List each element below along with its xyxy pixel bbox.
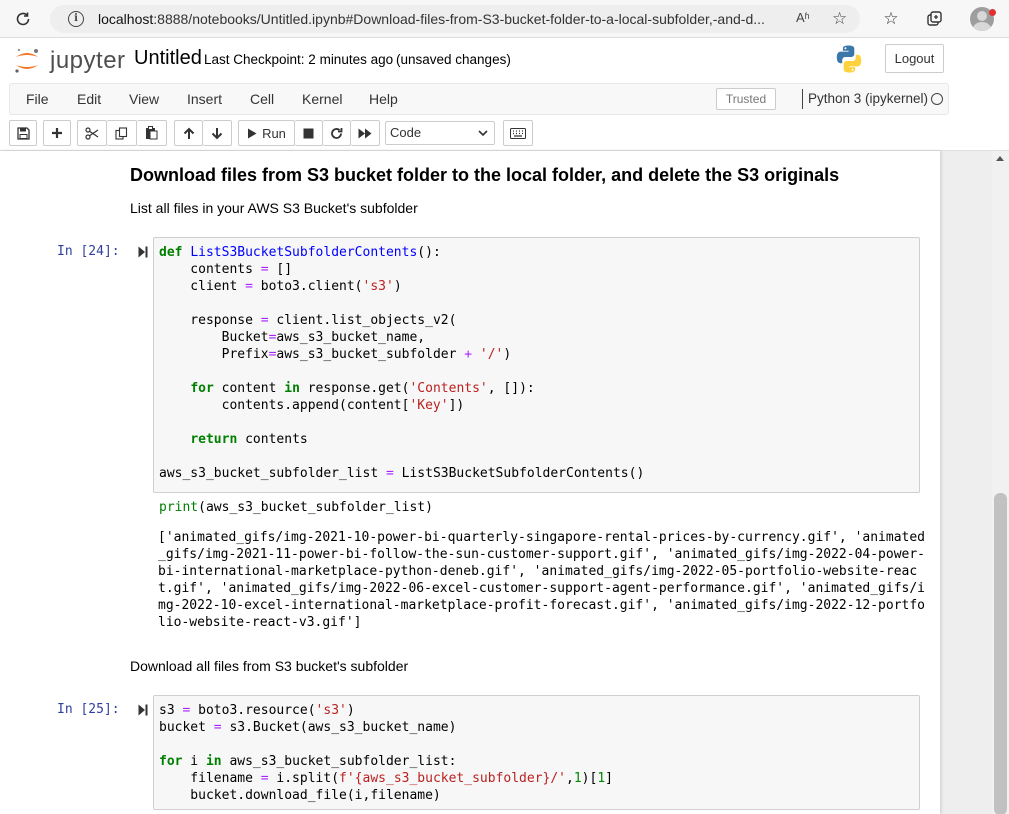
play-icon bbox=[248, 128, 257, 138]
jupyter-logo-text: jupyter bbox=[50, 47, 126, 74]
restart-run-all-button[interactable] bbox=[351, 120, 380, 146]
menu-cell[interactable]: Cell bbox=[250, 91, 274, 107]
cell-type-value: Code bbox=[390, 125, 422, 140]
cell-type-select[interactable]: Code bbox=[385, 121, 495, 145]
move-down-button[interactable] bbox=[203, 120, 232, 146]
jupyter-header: jupyter Untitled Last Checkpoint: 2 minu… bbox=[0, 39, 1009, 83]
add-favorite-icon[interactable]: ☆ bbox=[832, 9, 847, 29]
command-palette-button[interactable] bbox=[503, 120, 533, 146]
notification-dot bbox=[989, 9, 996, 16]
copy-button[interactable] bbox=[107, 120, 137, 146]
notebook-toolbar: Run Code bbox=[9, 119, 949, 147]
logout-button[interactable]: Logout bbox=[885, 44, 944, 73]
kernel-name[interactable]: Python 3 (ipykernel) bbox=[808, 91, 928, 106]
cell-prompt: In [25]: bbox=[57, 702, 120, 717]
copy-icon bbox=[115, 126, 128, 140]
jupyter-logo[interactable]: jupyter bbox=[12, 44, 125, 74]
python-logo-icon bbox=[836, 45, 862, 73]
page-scrollbar[interactable] bbox=[992, 151, 1009, 814]
notebook-title[interactable]: Untitled bbox=[134, 47, 202, 70]
markdown-text-list: List all files in your AWS S3 Bucket's s… bbox=[130, 200, 418, 216]
menubar: File Edit View Insert Cell Kernel Help T… bbox=[9, 83, 949, 115]
scissors-icon bbox=[85, 126, 99, 140]
arrow-up-icon bbox=[183, 127, 194, 139]
kernel-idle-icon bbox=[931, 93, 943, 105]
info-icon[interactable]: i bbox=[68, 11, 84, 27]
stop-icon bbox=[303, 128, 314, 138]
jupyter-logo-icon bbox=[15, 48, 38, 73]
read-aloud-icon[interactable]: Aʱ bbox=[796, 10, 810, 25]
menu-file[interactable]: File bbox=[26, 91, 49, 107]
code-cell-input[interactable]: def ListS3BucketSubfolderContents(): con… bbox=[153, 237, 920, 515]
notebook-page: Download files from S3 bucket folder to … bbox=[0, 151, 940, 814]
interrupt-button[interactable] bbox=[295, 120, 323, 146]
trusted-badge[interactable]: Trusted bbox=[716, 88, 776, 110]
checkpoint-status: Last Checkpoint: 2 minutes ago bbox=[204, 52, 394, 67]
save-icon bbox=[16, 126, 30, 140]
fast-forward-icon bbox=[358, 128, 372, 138]
menu-edit[interactable]: Edit bbox=[77, 91, 101, 107]
cell-prompt: In [24]: bbox=[57, 244, 120, 259]
autosave-status: (unsaved changes) bbox=[396, 52, 511, 67]
paste-icon bbox=[146, 126, 158, 140]
cell-output: ['animated_gifs/img-2021-10-power-bi-qua… bbox=[158, 530, 926, 630]
menu-help[interactable]: Help bbox=[369, 91, 398, 107]
run-cell-icon[interactable] bbox=[138, 704, 148, 716]
restart-button[interactable] bbox=[323, 120, 351, 146]
address-bar[interactable]: i localhost:8888/notebooks/Untitled.ipyn… bbox=[50, 5, 860, 33]
save-button[interactable] bbox=[9, 120, 37, 146]
restart-icon bbox=[331, 127, 343, 139]
code-editor[interactable]: s3 = boto3.resource('s3') bucket = s3.Bu… bbox=[159, 702, 613, 804]
plus-icon bbox=[52, 128, 62, 138]
menu-kernel[interactable]: Kernel bbox=[302, 91, 342, 107]
move-up-button[interactable] bbox=[174, 120, 203, 146]
url-path: :8888/notebooks/Untitled.ipynb#Download-… bbox=[153, 11, 765, 27]
url-text[interactable]: localhost:8888/notebooks/Untitled.ipynb#… bbox=[98, 11, 765, 27]
code-cell-input[interactable]: s3 = boto3.resource('s3') bucket = s3.Bu… bbox=[153, 695, 920, 810]
browser-toolbar: i localhost:8888/notebooks/Untitled.ipyn… bbox=[0, 0, 1009, 38]
menu-view[interactable]: View bbox=[129, 91, 159, 107]
kernel-divider bbox=[802, 89, 803, 109]
chevron-down-icon bbox=[478, 130, 488, 137]
insert-cell-button[interactable] bbox=[43, 120, 71, 146]
scroll-up-arrow[interactable] bbox=[996, 156, 1004, 161]
run-label: Run bbox=[262, 125, 286, 141]
collections-icon[interactable] bbox=[924, 8, 946, 30]
paste-button[interactable] bbox=[137, 120, 167, 146]
reload-icon[interactable] bbox=[12, 8, 34, 30]
notebook-container: Download files from S3 bucket folder to … bbox=[0, 150, 1009, 814]
menu-insert[interactable]: Insert bbox=[187, 91, 222, 107]
keyboard-icon bbox=[510, 127, 526, 139]
markdown-heading: Download files from S3 bucket folder to … bbox=[130, 165, 840, 185]
run-button[interactable]: Run bbox=[238, 120, 295, 146]
cut-button[interactable] bbox=[77, 120, 107, 146]
scroll-thumb[interactable] bbox=[994, 493, 1007, 814]
favorites-icon[interactable]: ☆ bbox=[880, 8, 902, 30]
arrow-down-icon bbox=[211, 127, 223, 139]
code-editor[interactable]: def ListS3BucketSubfolderContents(): con… bbox=[159, 244, 644, 516]
run-cell-icon[interactable] bbox=[138, 246, 148, 258]
markdown-text-download: Download all files from S3 bucket's subf… bbox=[130, 658, 409, 674]
url-host: localhost bbox=[98, 11, 154, 27]
